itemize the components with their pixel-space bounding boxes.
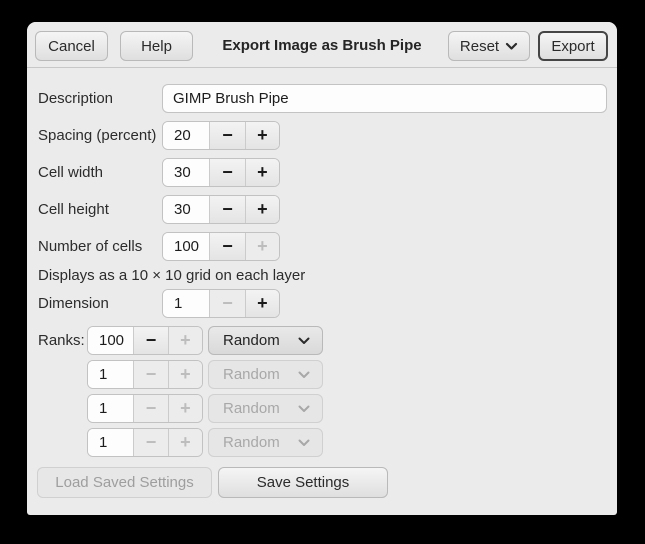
export-button-label: Export <box>551 38 594 55</box>
rank-1-minus-button[interactable]: − <box>133 327 167 354</box>
rank-2-minus-button: − <box>133 361 167 388</box>
cell-height-value[interactable]: 30 <box>163 196 209 223</box>
number-of-cells-value[interactable]: 100 <box>163 233 209 260</box>
plus-icon: + <box>257 199 268 220</box>
rank-1-mode-dropdown[interactable]: Random <box>208 326 323 355</box>
cell-width-plus-button[interactable]: + <box>245 159 279 186</box>
minus-icon: − <box>222 236 233 257</box>
dimension-spinbutton: 1 − + <box>162 289 280 318</box>
minus-icon: − <box>222 125 233 146</box>
header-bar: Export Image as Brush Pipe Cancel Help R… <box>27 22 617 68</box>
ranks-label: Ranks: <box>38 326 85 355</box>
chevron-down-icon <box>298 405 310 413</box>
chevron-down-icon <box>298 371 310 379</box>
number-of-cells-plus-button: + <box>245 233 279 260</box>
rank-3-mode-dropdown: Random <box>208 394 323 423</box>
spacing-plus-button[interactable]: + <box>245 122 279 149</box>
load-saved-settings-label: Load Saved Settings <box>55 474 193 491</box>
plus-icon: + <box>180 330 191 351</box>
plus-icon: + <box>257 236 268 257</box>
dimension-minus-button: − <box>209 290 244 317</box>
description-label: Description <box>38 84 113 113</box>
dimension-label: Dimension <box>38 289 109 318</box>
cell-height-spinbutton: 30 − + <box>162 195 280 224</box>
chevron-down-icon <box>505 42 518 51</box>
rank-1-plus-button: + <box>168 327 202 354</box>
cell-width-value[interactable]: 30 <box>163 159 209 186</box>
export-brush-pipe-dialog: Export Image as Brush Pipe Cancel Help R… <box>27 22 617 515</box>
save-settings-button[interactable]: Save Settings <box>218 467 388 498</box>
rank-3-mode-value: Random <box>223 400 280 417</box>
reset-button-label: Reset <box>460 38 499 55</box>
reset-dropdown-button[interactable]: Reset <box>448 31 530 61</box>
rank-2-mode-value: Random <box>223 366 280 383</box>
rank-1-value[interactable]: 100 <box>88 327 133 354</box>
cancel-button-label: Cancel <box>48 38 95 55</box>
rank-2-mode-dropdown: Random <box>208 360 323 389</box>
rank-4-minus-button: − <box>133 429 167 456</box>
rank-4-plus-button: + <box>168 429 202 456</box>
minus-icon: − <box>222 293 233 314</box>
cell-height-label: Cell height <box>38 195 109 224</box>
spacing-spinbutton: 20 − + <box>162 121 280 150</box>
minus-icon: − <box>146 330 157 351</box>
plus-icon: + <box>257 293 268 314</box>
number-of-cells-spinbutton: 100 − + <box>162 232 280 261</box>
minus-icon: − <box>146 364 157 385</box>
help-button-label: Help <box>141 38 172 55</box>
rank-2-spinbutton: 1 − + <box>87 360 203 389</box>
rank-2-plus-button: + <box>168 361 202 388</box>
description-input[interactable] <box>162 84 607 113</box>
cell-width-minus-button[interactable]: − <box>209 159 244 186</box>
load-saved-settings-button: Load Saved Settings <box>37 467 212 498</box>
dimension-plus-button[interactable]: + <box>245 290 279 317</box>
minus-icon: − <box>146 432 157 453</box>
rank-4-value: 1 <box>88 429 133 456</box>
cell-height-minus-button[interactable]: − <box>209 196 244 223</box>
chevron-down-icon <box>298 439 310 447</box>
number-of-cells-minus-button[interactable]: − <box>209 233 244 260</box>
save-settings-label: Save Settings <box>257 474 350 491</box>
rank-4-mode-value: Random <box>223 434 280 451</box>
rank-1-spinbutton: 100 − + <box>87 326 203 355</box>
grid-note: Displays as a 10 × 10 grid on each layer <box>38 267 305 284</box>
cancel-button[interactable]: Cancel <box>35 31 108 61</box>
rank-3-spinbutton: 1 − + <box>87 394 203 423</box>
rank-1-mode-value: Random <box>223 332 280 349</box>
spacing-value[interactable]: 20 <box>163 122 209 149</box>
plus-icon: + <box>180 364 191 385</box>
rank-2-value: 1 <box>88 361 133 388</box>
rank-4-spinbutton: 1 − + <box>87 428 203 457</box>
rank-4-mode-dropdown: Random <box>208 428 323 457</box>
minus-icon: − <box>146 398 157 419</box>
plus-icon: + <box>180 398 191 419</box>
spacing-minus-button[interactable]: − <box>209 122 244 149</box>
cell-width-spinbutton: 30 − + <box>162 158 280 187</box>
rank-3-plus-button: + <box>168 395 202 422</box>
plus-icon: + <box>257 162 268 183</box>
chevron-down-icon <box>298 337 310 345</box>
help-button[interactable]: Help <box>120 31 193 61</box>
plus-icon: + <box>257 125 268 146</box>
spacing-label: Spacing (percent) <box>38 121 156 150</box>
dimension-value[interactable]: 1 <box>163 290 209 317</box>
cell-height-plus-button[interactable]: + <box>245 196 279 223</box>
rank-3-minus-button: − <box>133 395 167 422</box>
minus-icon: − <box>222 199 233 220</box>
export-button[interactable]: Export <box>538 31 608 61</box>
rank-3-value: 1 <box>88 395 133 422</box>
plus-icon: + <box>180 432 191 453</box>
minus-icon: − <box>222 162 233 183</box>
number-of-cells-label: Number of cells <box>38 232 142 261</box>
cell-width-label: Cell width <box>38 158 103 187</box>
